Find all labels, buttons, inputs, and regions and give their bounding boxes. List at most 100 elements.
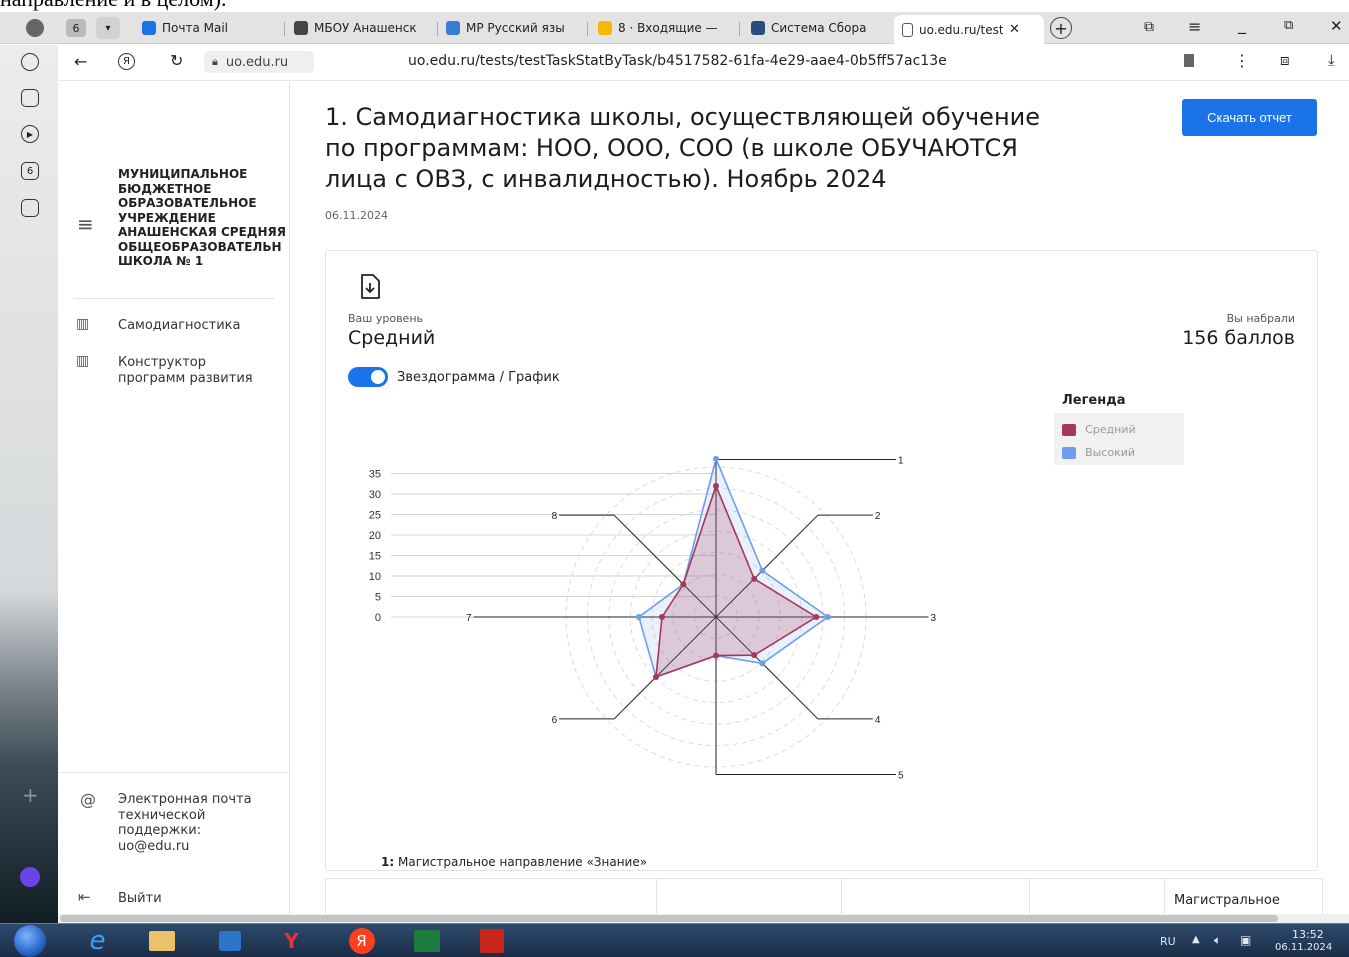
tray-arrow-icon[interactable]: ▲ xyxy=(1192,934,1200,945)
tab-mail[interactable]: Почта Mail xyxy=(142,15,277,41)
result-card: Ваш уровень Средний Вы набрали 156 балло… xyxy=(325,250,1318,871)
sidebar-item-label: Самодиагностика xyxy=(118,318,241,333)
scale-tick-label: 5 xyxy=(375,592,381,604)
org-name: МУНИЦИПАЛЬНОЕ БЮДЖЕТНОЕ ОБРАЗОВАТЕЛЬНОЕ … xyxy=(118,167,290,269)
tab-school[interactable]: МБОУ Анашенск xyxy=(294,15,434,41)
table-divider xyxy=(841,879,842,915)
support-info: Электронная почта технической поддержки:… xyxy=(118,792,252,854)
sidebar-bottom-divider xyxy=(58,772,290,773)
criterion-number: 1: xyxy=(381,855,395,869)
logout-button[interactable]: ⇤ Выйти xyxy=(78,888,258,908)
data-point[interactable] xyxy=(713,482,719,489)
sidebar-item-constructor[interactable]: ▥ Конструктор программ развития xyxy=(74,353,274,389)
ie-icon[interactable]: e xyxy=(76,926,119,956)
legend-item-medium[interactable]: Средний xyxy=(1062,419,1136,438)
profile-icon[interactable] xyxy=(26,19,44,37)
data-point[interactable] xyxy=(659,614,665,620)
scale-tick-label: 10 xyxy=(369,571,381,583)
axis-label: 5 xyxy=(898,771,904,782)
scale-tick-label: 35 xyxy=(369,469,381,481)
page-title-line: 1. Самодиагностика школы, осуществляющей… xyxy=(325,103,1040,131)
start-button[interactable] xyxy=(14,925,46,957)
org-name-line: ШКОЛА № 1 xyxy=(118,254,204,268)
data-point[interactable] xyxy=(824,614,831,620)
volume-muted-icon[interactable]: 🔈︎ xyxy=(1214,933,1221,948)
address-bar: ← Я ↻ 🔒︎ uo.edu.ru uo.edu.ru/tests/testTa… xyxy=(58,45,1349,81)
score-label: Вы набрали xyxy=(1226,312,1295,325)
reload-icon[interactable]: ↻ xyxy=(170,51,183,70)
sidebar-item-label: Конструктор программ развития xyxy=(118,355,253,386)
tab-divider xyxy=(739,22,740,36)
add-panel-icon[interactable]: + xyxy=(22,783,39,807)
legend-item-high[interactable]: Высокий xyxy=(1062,442,1135,461)
yandex-icon[interactable]: Я xyxy=(118,53,135,70)
tab-count-badge[interactable]: 6 xyxy=(66,19,86,37)
data-point[interactable] xyxy=(751,652,758,659)
sidebar-divider xyxy=(74,298,274,299)
close-window-icon[interactable]: ✕ xyxy=(1330,17,1343,35)
page-date: 06.11.2024 xyxy=(325,209,388,222)
menu-icon[interactable]: ≡ xyxy=(1188,17,1201,36)
explorer-icon[interactable] xyxy=(140,927,183,955)
support-email[interactable]: uo@edu.ru xyxy=(118,839,252,855)
tab-inbox[interactable]: 8 · Входящие — xyxy=(598,15,733,41)
language-indicator[interactable]: RU xyxy=(1160,935,1176,948)
download-file-icon[interactable] xyxy=(359,274,381,300)
tab-system[interactable]: Система Сбора xyxy=(751,15,881,41)
tabs-dropdown-icon[interactable]: ▾ xyxy=(96,17,120,39)
data-point[interactable] xyxy=(680,581,687,588)
scale-tick-label: 0 xyxy=(375,612,381,624)
new-tab-button[interactable]: + xyxy=(1050,17,1072,39)
back-icon[interactable]: ← xyxy=(74,52,87,71)
data-point[interactable] xyxy=(635,614,642,620)
org-name-line: АНАШЕНСКАЯ СРЕДНЯЯ xyxy=(118,225,287,239)
chart-toggle[interactable] xyxy=(348,367,388,387)
address-url[interactable]: uo.edu.ru/tests/testTaskStatByTask/b4517… xyxy=(408,53,947,69)
toggle-knob xyxy=(371,370,385,384)
yandex-browser-taskbar-icon[interactable]: Y xyxy=(270,927,313,955)
tab-label: Почта Mail xyxy=(162,21,228,35)
data-point[interactable] xyxy=(652,674,659,681)
hamburger-icon[interactable]: ≡ xyxy=(77,212,94,236)
extensions-icon[interactable]: ⧈ xyxy=(1280,51,1290,69)
data-point[interactable] xyxy=(813,614,820,620)
tab-russian[interactable]: МР Русский язы xyxy=(446,15,581,41)
address-domain: uo.edu.ru xyxy=(225,54,289,70)
clock-date: 06.11.2024 xyxy=(1275,942,1333,953)
yandex-taskbar-icon[interactable]: Я xyxy=(340,927,383,955)
side-badge[interactable]: 6 xyxy=(21,162,39,180)
play-icon[interactable]: ▶ xyxy=(21,125,39,143)
data-point[interactable] xyxy=(759,660,766,667)
minimize-icon[interactable]: _ xyxy=(1238,15,1246,34)
close-tab-icon[interactable]: ✕ xyxy=(1009,22,1020,37)
criterion-text: Магистральное направление «Знание» xyxy=(397,855,648,869)
collections-icon[interactable] xyxy=(21,89,39,107)
stats-table-header: Магистральное xyxy=(325,878,1323,915)
data-point[interactable] xyxy=(759,567,766,574)
data-point[interactable] xyxy=(751,575,758,582)
restore-icon[interactable]: ⧉ xyxy=(1284,18,1293,33)
network-icon[interactable]: ▣ xyxy=(1240,933,1251,947)
data-point[interactable] xyxy=(713,455,719,462)
page-title: 1. Самодиагностика школы, осуществляющей… xyxy=(325,102,1175,195)
tabs-view-icon[interactable]: ⧉ xyxy=(1144,19,1154,35)
alice-icon[interactable] xyxy=(20,867,40,887)
media-icon[interactable] xyxy=(208,927,251,955)
pdf-icon[interactable] xyxy=(470,927,513,955)
screenshot-icon[interactable] xyxy=(21,199,39,217)
download-icon[interactable]: ⤓ xyxy=(1328,51,1335,69)
horizontal-scrollbar[interactable] xyxy=(58,914,1349,923)
excel-icon[interactable] xyxy=(405,927,448,955)
system-icon xyxy=(751,21,765,35)
sidebar-item-selfdiag[interactable]: ▥ Самодиагностика xyxy=(74,316,274,336)
bookmark-icon[interactable] xyxy=(1184,54,1194,67)
download-report-button[interactable]: Скачать отчет xyxy=(1182,99,1317,136)
scrollbar-thumb[interactable] xyxy=(60,915,1278,922)
domain-chip[interactable]: 🔒︎ uo.edu.ru xyxy=(204,51,314,73)
data-point[interactable] xyxy=(713,652,719,659)
history-icon[interactable] xyxy=(21,53,39,71)
tab-current[interactable]: uo.edu.ru/test ✕ xyxy=(894,15,1044,44)
envelope-icon xyxy=(598,21,612,35)
more-icon[interactable]: ⋮ xyxy=(1234,51,1250,70)
scale-tick-label: 30 xyxy=(369,489,381,501)
